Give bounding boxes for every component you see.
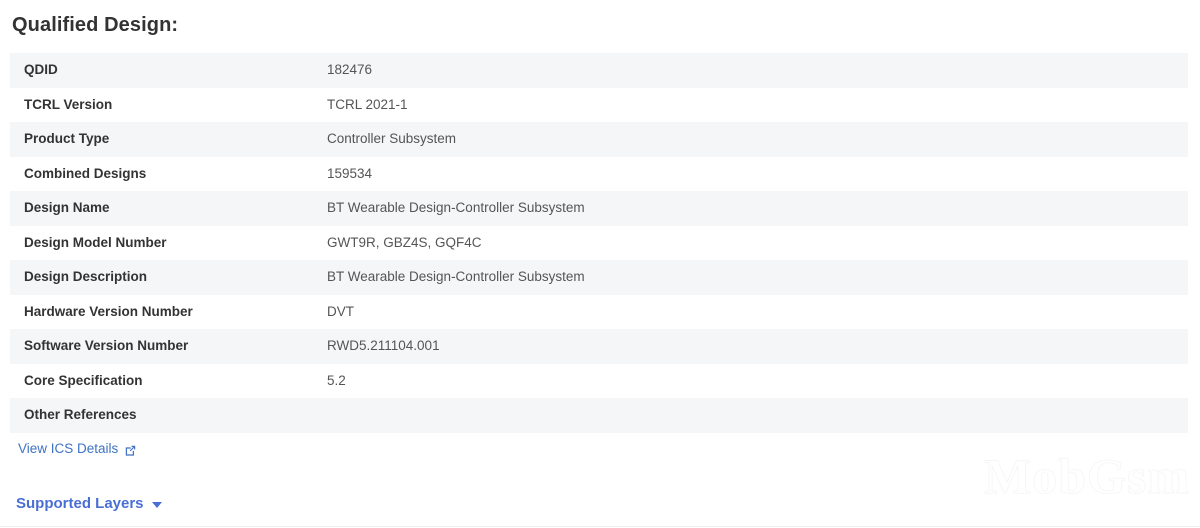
row-value: BT Wearable Design-Controller Subsystem — [327, 200, 585, 216]
row-value: Controller Subsystem — [327, 131, 457, 147]
table-row: TCRL Version TCRL 2021-1 — [10, 87, 1188, 122]
table-row: Other References — [10, 398, 1188, 433]
row-label: Product Type — [24, 131, 110, 147]
supported-layers-label: Supported Layers — [16, 495, 144, 512]
table-row: Core Specification 5.2 — [10, 363, 1188, 398]
table-row: Design Description BT Wearable Design-Co… — [10, 260, 1188, 295]
row-value — [327, 398, 1188, 433]
watermark: MobGsm — [984, 448, 1190, 505]
row-label: Combined Designs — [24, 165, 147, 181]
row-label: QDID — [24, 62, 58, 78]
row-value: RWD5.211104.001 — [327, 338, 440, 354]
chevron-down-icon — [151, 502, 162, 508]
row-label: TCRL Version — [24, 96, 113, 112]
table-row: Product Type Controller Subsystem — [10, 122, 1188, 157]
row-label: Design Model Number — [24, 234, 167, 250]
view-ics-details-link[interactable]: View ICS Details — [18, 440, 137, 458]
table-row: Design Name BT Wearable Design-Controlle… — [10, 191, 1188, 226]
row-value: DVT — [327, 303, 354, 319]
table-body: QDID 182476 TCRL Version TCRL 2021-1 Pro… — [10, 53, 1188, 433]
page-title: Qualified Design: — [12, 14, 179, 36]
row-value: BT Wearable Design-Controller Subsystem — [327, 269, 585, 285]
row-label: Core Specification — [24, 372, 143, 388]
table-row: Design Model Number GWT9R, GBZ4S, GQF4C — [10, 225, 1188, 260]
qualified-design-table: QDID 182476 TCRL Version TCRL 2021-1 Pro… — [10, 53, 1188, 433]
table-row: Combined Designs 159534 — [10, 156, 1188, 191]
row-label: Design Description — [24, 269, 148, 285]
view-ics-details-label: View ICS Details — [18, 441, 119, 456]
supported-layers-toggle[interactable]: Supported Layers — [16, 494, 162, 514]
external-link-icon — [124, 444, 137, 457]
table-row: Hardware Version Number DVT — [10, 294, 1188, 329]
row-label: Software Version Number — [24, 338, 189, 354]
row-label: Other References — [24, 407, 137, 423]
row-value: TCRL 2021-1 — [327, 96, 408, 112]
table-row: QDID 182476 — [10, 53, 1188, 88]
row-value: 159534 — [327, 165, 373, 181]
qualified-design-page: Qualified Design: QDID 182476 TCRL Versi… — [0, 0, 1200, 528]
bottom-divider — [0, 526, 1200, 527]
row-value: GWT9R, GBZ4S, GQF4C — [327, 234, 482, 250]
row-value: 182476 — [327, 62, 373, 78]
row-label: Design Name — [24, 200, 110, 216]
row-value: 5.2 — [327, 372, 346, 388]
table-row: Software Version Number RWD5.211104.001 — [10, 329, 1188, 364]
row-label: Hardware Version Number — [24, 303, 193, 319]
